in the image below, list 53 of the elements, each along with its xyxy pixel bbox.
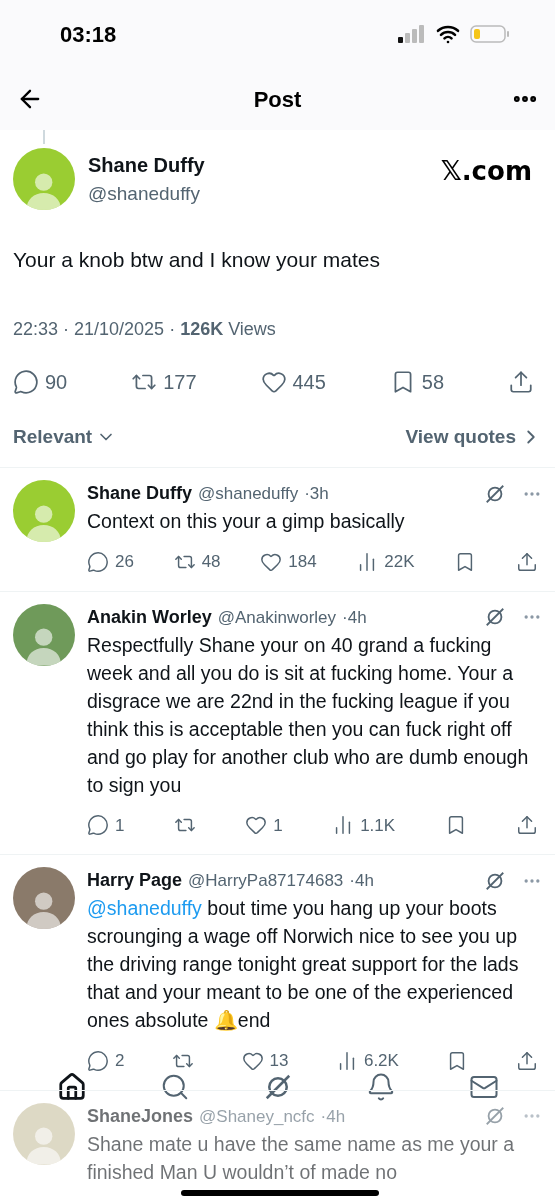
share-icon[interactable] [515,1049,538,1072]
share-icon[interactable] [516,550,538,573]
action-count: 13 [269,1050,289,1072]
slashed-circle-icon[interactable] [484,606,506,628]
author-name[interactable]: ShaneJones [87,1102,194,1130]
reply-icon[interactable] [13,368,39,395]
signal-icon [398,25,426,43]
action-count: 1 [273,814,283,837]
watermark-text: 𝕏.com [440,155,532,188]
reply-text: @shaneduffy bout time you hang up your boots scrounging a wage off Norwich nice to see you up the driving range tonight great support for the lads that and your meant to be one of the experienced ones absolute 🔔end [87,896,520,1033]
post-meta: 22:33 · 21/10/2025 · 126K Views [13,317,277,341]
sort-dropdown[interactable]: Relevant [13,422,117,451]
action-count: 1 [115,814,125,837]
heart-icon[interactable] [245,814,268,837]
view-quotes-link[interactable]: View quotes [405,422,542,451]
post-age: ·4h [342,606,367,629]
action-count: 2 [115,1050,125,1072]
status-time: 03:18 [60,20,117,49]
post-text: Your a knob btw and I know your mates [13,247,381,273]
home-icon[interactable] [56,1072,87,1102]
author-name[interactable]: Anakin Worley [87,603,212,631]
action-count: 445 [292,369,326,395]
action-count: 6.2K [363,1050,399,1072]
author-name[interactable]: Harry Page [87,867,183,894]
reply-icon[interactable] [87,814,109,837]
post-age: ·4h [320,1105,346,1128]
reply-icon[interactable] [87,1049,109,1072]
battery-icon [470,24,510,44]
post-age: ·3h [304,483,329,505]
author-handle[interactable]: @shaneduffy [198,481,299,507]
reply-text: Respectfully Shane your on 40 grand a fucking week and all you do is sit at fucking home. Your a disgrace we are 22nd in the fucking league if you think this is acceptable then you can fuck right off and go play for another club who are dumb enough to sign you [87,632,530,798]
action-count: 1.1K [360,814,396,837]
action-count: 22K [384,551,415,573]
slashed-circle-icon[interactable] [484,482,506,505]
author-name[interactable]: Shane Duffy [87,480,192,507]
author-handle[interactable]: @Anakinworley [217,604,337,630]
slashed-circle-icon[interactable] [484,1105,506,1127]
reply-icon[interactable] [87,550,109,573]
action-count: 184 [288,551,317,573]
reply-text: Context on this your a gimp basically [87,509,406,534]
action-count: 58 [421,369,445,395]
action-count: 90 [45,369,68,395]
author-handle[interactable]: @shaneduffy [88,179,428,209]
author-handle[interactable]: @HarryPa87174683 [188,868,344,894]
action-count: 177 [163,369,197,395]
action-count: 26 [115,551,134,573]
share-icon[interactable] [515,814,538,837]
post-age: ·4h [349,870,374,892]
page-title: Post [253,85,302,114]
action-count: 48 [201,551,221,573]
reply-text: Shane mate u have the same name as me your a finished Man U wouldn’t of made no [87,1131,516,1185]
slashed-circle-icon[interactable] [484,869,506,892]
author-name[interactable]: Shane Duffy [88,149,428,180]
